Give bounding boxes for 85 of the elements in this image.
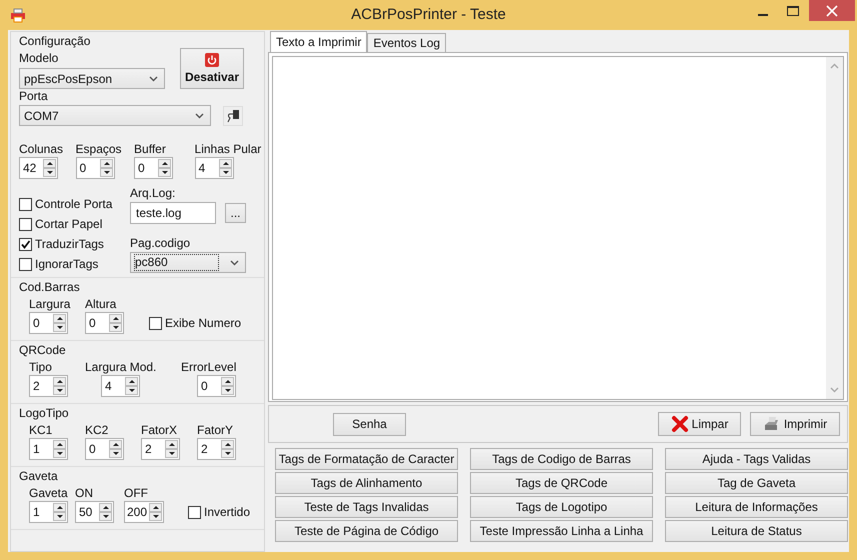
password-button[interactable]: Senha	[333, 412, 406, 436]
number-spinner[interactable]: 0	[85, 438, 124, 460]
field-label: Gaveta	[29, 486, 69, 500]
field-label: ON	[75, 486, 94, 500]
maximize-icon	[787, 6, 799, 16]
number-spinner[interactable]: 0	[76, 157, 115, 179]
checkbox[interactable]: Cortar Papel	[19, 217, 130, 231]
action-button[interactable]: Teste de Página de Código	[275, 520, 458, 542]
number-spinner[interactable]: 1	[29, 438, 68, 460]
field-label: Buffer	[134, 142, 167, 156]
field-label: Altura	[85, 297, 118, 311]
caret-icon	[149, 76, 158, 82]
action-button[interactable]: Tags de Alinhamento	[275, 472, 458, 494]
field-label: FatorX	[141, 423, 178, 437]
number-spinner[interactable]: 0	[134, 157, 174, 179]
action-button[interactable]: Tags de Logotipo	[470, 496, 653, 518]
check-icon	[20, 238, 31, 250]
number-spinner[interactable]: 0	[85, 312, 124, 334]
tab[interactable]: Texto a Imprimir	[270, 31, 368, 52]
action-button[interactable]: Teste Impressão Linha a Linha	[470, 520, 653, 542]
field-label: Largura	[29, 297, 72, 311]
plug-icon	[226, 108, 240, 122]
model-dropdown[interactable]: ppEscPosEpson	[19, 68, 165, 89]
field-label: Arq.Log:	[130, 186, 176, 200]
checkbox[interactable]: Invertido	[188, 505, 250, 519]
action-button[interactable]: Tags de QRCode	[470, 472, 653, 494]
caret-icon	[230, 260, 239, 266]
print-button[interactable]: Imprimir	[750, 412, 840, 436]
number-spinner[interactable]: 4	[194, 157, 234, 179]
clear-icon	[670, 415, 689, 433]
tab[interactable]: Eventos Log	[367, 33, 446, 52]
codepage-dropdown[interactable]: pc860	[130, 252, 246, 273]
number-spinner[interactable]: 2	[29, 375, 68, 397]
number-spinner[interactable]: 4	[101, 375, 140, 397]
number-spinner[interactable]: 1	[29, 501, 68, 523]
action-button[interactable]: Leitura de Status	[665, 520, 848, 542]
field-label: ErrorLevel	[181, 360, 238, 374]
number-spinner[interactable]: 0	[29, 312, 68, 334]
field-label: Largura Mod.	[85, 360, 158, 374]
number-spinner[interactable]: 0	[197, 375, 236, 397]
field-label: Tipo	[29, 360, 53, 374]
checkbox[interactable]: Controle Porta	[19, 197, 130, 211]
plug-button[interactable]	[223, 106, 243, 126]
caret-icon	[195, 113, 204, 119]
field-label: OFF	[124, 486, 149, 500]
checkbox[interactable]: Exibe Numero	[149, 316, 242, 330]
checkbox[interactable]: TraduzirTags	[19, 237, 130, 251]
group-title: Configuração	[19, 34, 92, 48]
field-label: Espaços	[76, 142, 123, 156]
number-spinner[interactable]: 200	[124, 501, 164, 523]
printer-icon	[10, 7, 26, 23]
group-title: Gaveta	[19, 469, 59, 483]
checkbox[interactable]: IgnorarTags	[19, 257, 130, 271]
port-dropdown[interactable]: COM7	[19, 105, 211, 126]
group-title: QRCode	[19, 343, 67, 357]
action-button[interactable]: Teste de Tags Invalidas	[275, 496, 458, 518]
action-button[interactable]: Ajuda - Tags Validas	[665, 448, 848, 470]
number-spinner[interactable]: 50	[75, 501, 114, 523]
field-label: FatorY	[197, 423, 234, 437]
group-title: LogoTipo	[19, 406, 70, 420]
action-button[interactable]: Leitura de Informações	[665, 496, 848, 518]
field-label: KC2	[85, 423, 110, 437]
field-label: Pag.codigo	[130, 236, 192, 250]
action-button[interactable]: Tags de Codigo de Barras	[470, 448, 653, 470]
deactivate-button[interactable]: Desativar	[180, 48, 244, 89]
power-icon	[205, 53, 219, 67]
window-title: ACBrPosPrinter - Teste	[351, 6, 506, 23]
close-button[interactable]	[809, 0, 855, 21]
action-button[interactable]: Tags de Formatação de Caracter	[275, 448, 458, 470]
number-spinner[interactable]: 42	[19, 157, 58, 179]
field-label: KC1	[29, 423, 54, 437]
field-label: Porta	[19, 89, 49, 103]
clear-button[interactable]: Limpar	[658, 412, 741, 436]
browse-button[interactable]: ...	[225, 203, 246, 223]
number-spinner[interactable]: 2	[197, 438, 236, 460]
printer-icon	[762, 416, 781, 432]
minimize-icon	[758, 14, 768, 16]
close-icon	[826, 4, 838, 16]
action-button[interactable]: Tag de Gaveta	[665, 472, 848, 494]
log-file-field[interactable]: teste.log	[130, 202, 216, 224]
field-label: Modelo	[19, 51, 60, 65]
field-label: Linhas Pular	[194, 142, 262, 156]
field-label: Colunas	[19, 142, 64, 156]
number-spinner[interactable]: 2	[141, 438, 180, 460]
group-title: Cod.Barras	[19, 280, 81, 294]
